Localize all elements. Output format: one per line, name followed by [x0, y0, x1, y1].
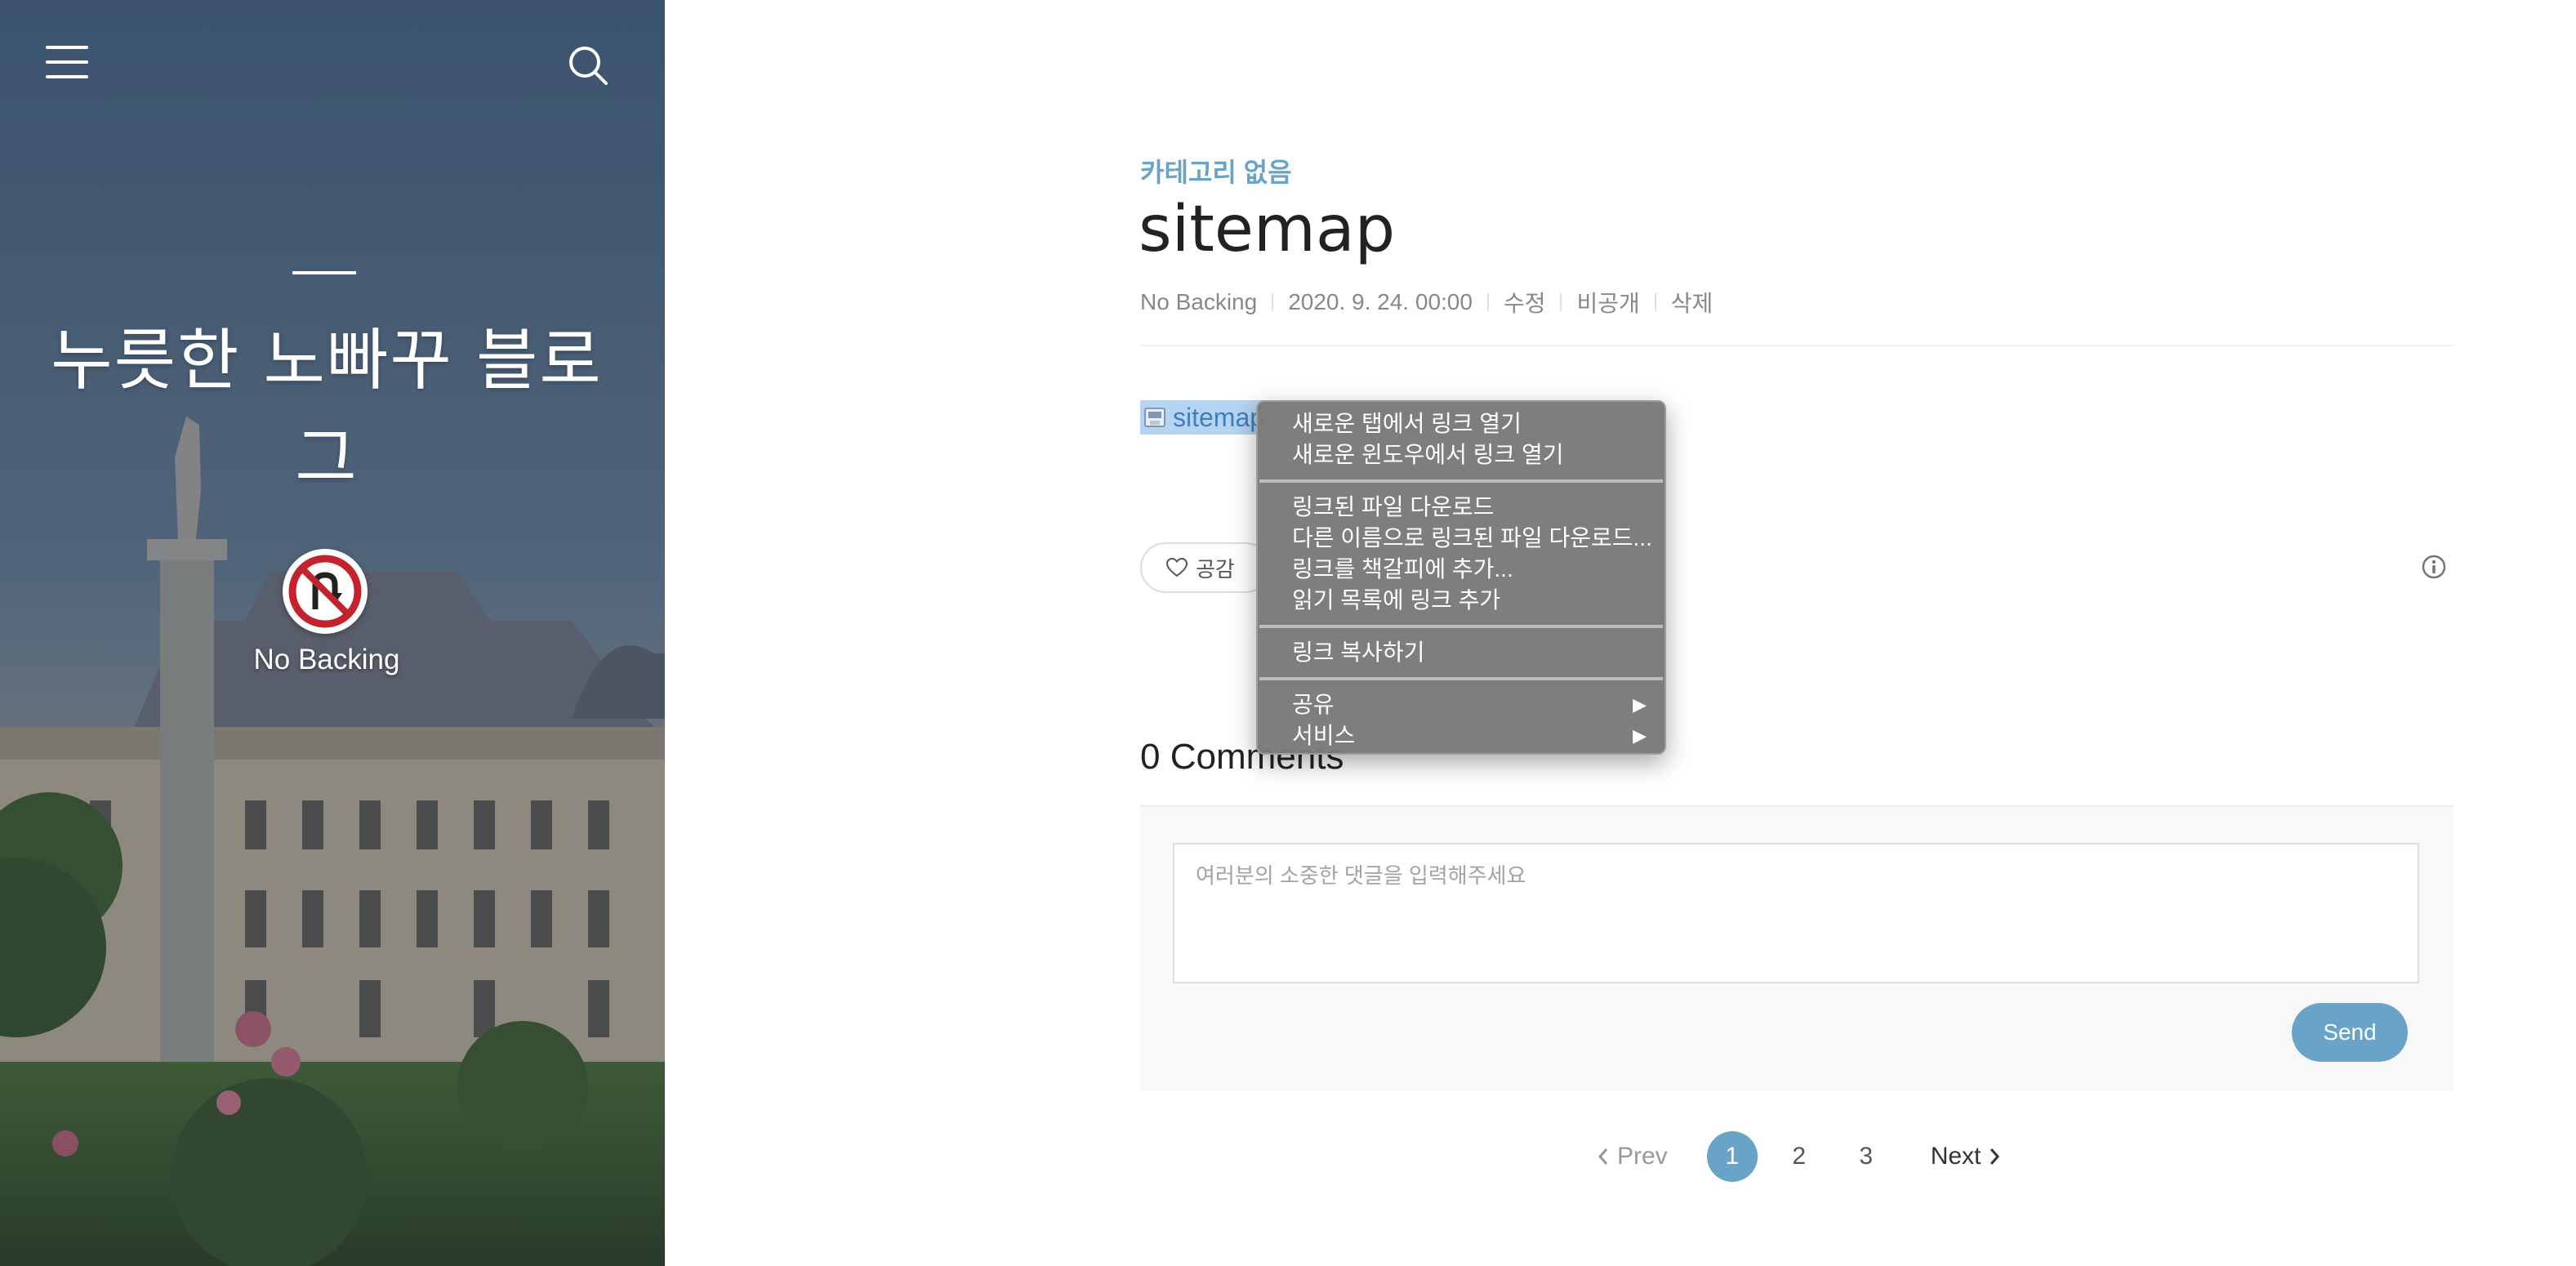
delete-link[interactable]: 삭제 — [1671, 286, 1714, 319]
meta-date: 2020. 9. 24. 00:00 — [1288, 289, 1473, 314]
menu-add-link-bookmark[interactable]: 링크를 책갈피에 추가... — [1258, 554, 1665, 585]
meta-separator — [1272, 293, 1274, 311]
post-category[interactable]: 카테고리 없음 — [1140, 152, 1292, 189]
menu-separator — [1259, 677, 1663, 680]
page-number-1[interactable]: 1 — [1706, 1131, 1758, 1182]
avatar[interactable] — [283, 549, 368, 634]
page-number-2[interactable]: 2 — [1774, 1131, 1825, 1182]
menu-services-label: 서비스 — [1292, 723, 1356, 748]
menu-share[interactable]: 공유 ▶ — [1258, 689, 1665, 720]
post-meta: No Backing 2020. 9. 24. 00:00 수정 비공개 삭제 — [1140, 286, 1713, 319]
like-button[interactable]: 공감 — [1140, 542, 1271, 593]
next-label: Next — [1930, 1143, 1981, 1170]
send-button[interactable]: Send — [2292, 1003, 2408, 1062]
menu-copy-link[interactable]: 링크 복사하기 — [1258, 637, 1665, 668]
prev-page-button[interactable]: Prev — [1596, 1143, 1668, 1170]
menu-download-linked-file[interactable]: 링크된 파일 다운로드 — [1258, 492, 1665, 523]
sidebar: 누릇한 노빠꾸 블로그 No Backing — [0, 0, 665, 1266]
menu-services[interactable]: 서비스 ▶ — [1258, 720, 1665, 751]
info-icon[interactable] — [2421, 554, 2447, 580]
menu-separator — [1259, 625, 1663, 628]
context-menu: 새로운 탭에서 링크 열기 새로운 윈도우에서 링크 열기 링크된 파일 다운로… — [1256, 400, 1666, 755]
search-icon[interactable] — [564, 41, 613, 90]
comment-input[interactable] — [1173, 843, 2419, 983]
meta-separator — [1654, 293, 1656, 311]
file-icon — [1144, 408, 1165, 427]
private-link[interactable]: 비공개 — [1576, 286, 1639, 319]
post-title: sitemap — [1139, 193, 1396, 266]
attachment-link[interactable]: sitemap — [1140, 400, 1270, 435]
prev-label: Prev — [1617, 1143, 1668, 1170]
chevron-right-icon — [1990, 1148, 2000, 1165]
menu-separator — [1259, 479, 1663, 483]
pagination: Prev 1 2 3 Next — [1596, 1127, 2002, 1186]
heart-icon — [1166, 558, 1188, 577]
meta-author: No Backing — [1140, 289, 1258, 314]
edit-link[interactable]: 수정 — [1504, 286, 1546, 319]
no-u-turn-icon — [288, 555, 362, 628]
menu-download-linked-file-as[interactable]: 다른 이름으로 링크된 파일 다운로드... — [1258, 523, 1665, 554]
menu-open-new-tab[interactable]: 새로운 탭에서 링크 열기 — [1258, 408, 1665, 439]
like-label: 공감 — [1196, 556, 1235, 582]
meta-separator — [1486, 293, 1489, 311]
menu-open-new-window[interactable]: 새로운 윈도우에서 링크 열기 — [1258, 439, 1665, 470]
menu-icon[interactable] — [42, 42, 91, 83]
blog-title[interactable]: 누릇한 노빠꾸 블로그 — [33, 312, 621, 508]
page-number-3[interactable]: 3 — [1841, 1131, 1892, 1182]
submenu-arrow-icon: ▶ — [1633, 725, 1647, 746]
menu-add-to-reading-list[interactable]: 읽기 목록에 링크 추가 — [1258, 585, 1665, 616]
menu-share-label: 공유 — [1292, 692, 1335, 717]
chevron-left-icon — [1598, 1148, 1608, 1165]
comment-form: Send — [1140, 805, 2453, 1091]
attachment-name: sitemap — [1173, 402, 1265, 432]
author-name: No Backing — [253, 644, 400, 675]
meta-separator — [1560, 293, 1562, 311]
next-page-button[interactable]: Next — [1931, 1143, 2003, 1170]
title-dash — [292, 271, 356, 274]
submenu-arrow-icon: ▶ — [1633, 694, 1647, 715]
header-divider — [1140, 345, 2453, 346]
